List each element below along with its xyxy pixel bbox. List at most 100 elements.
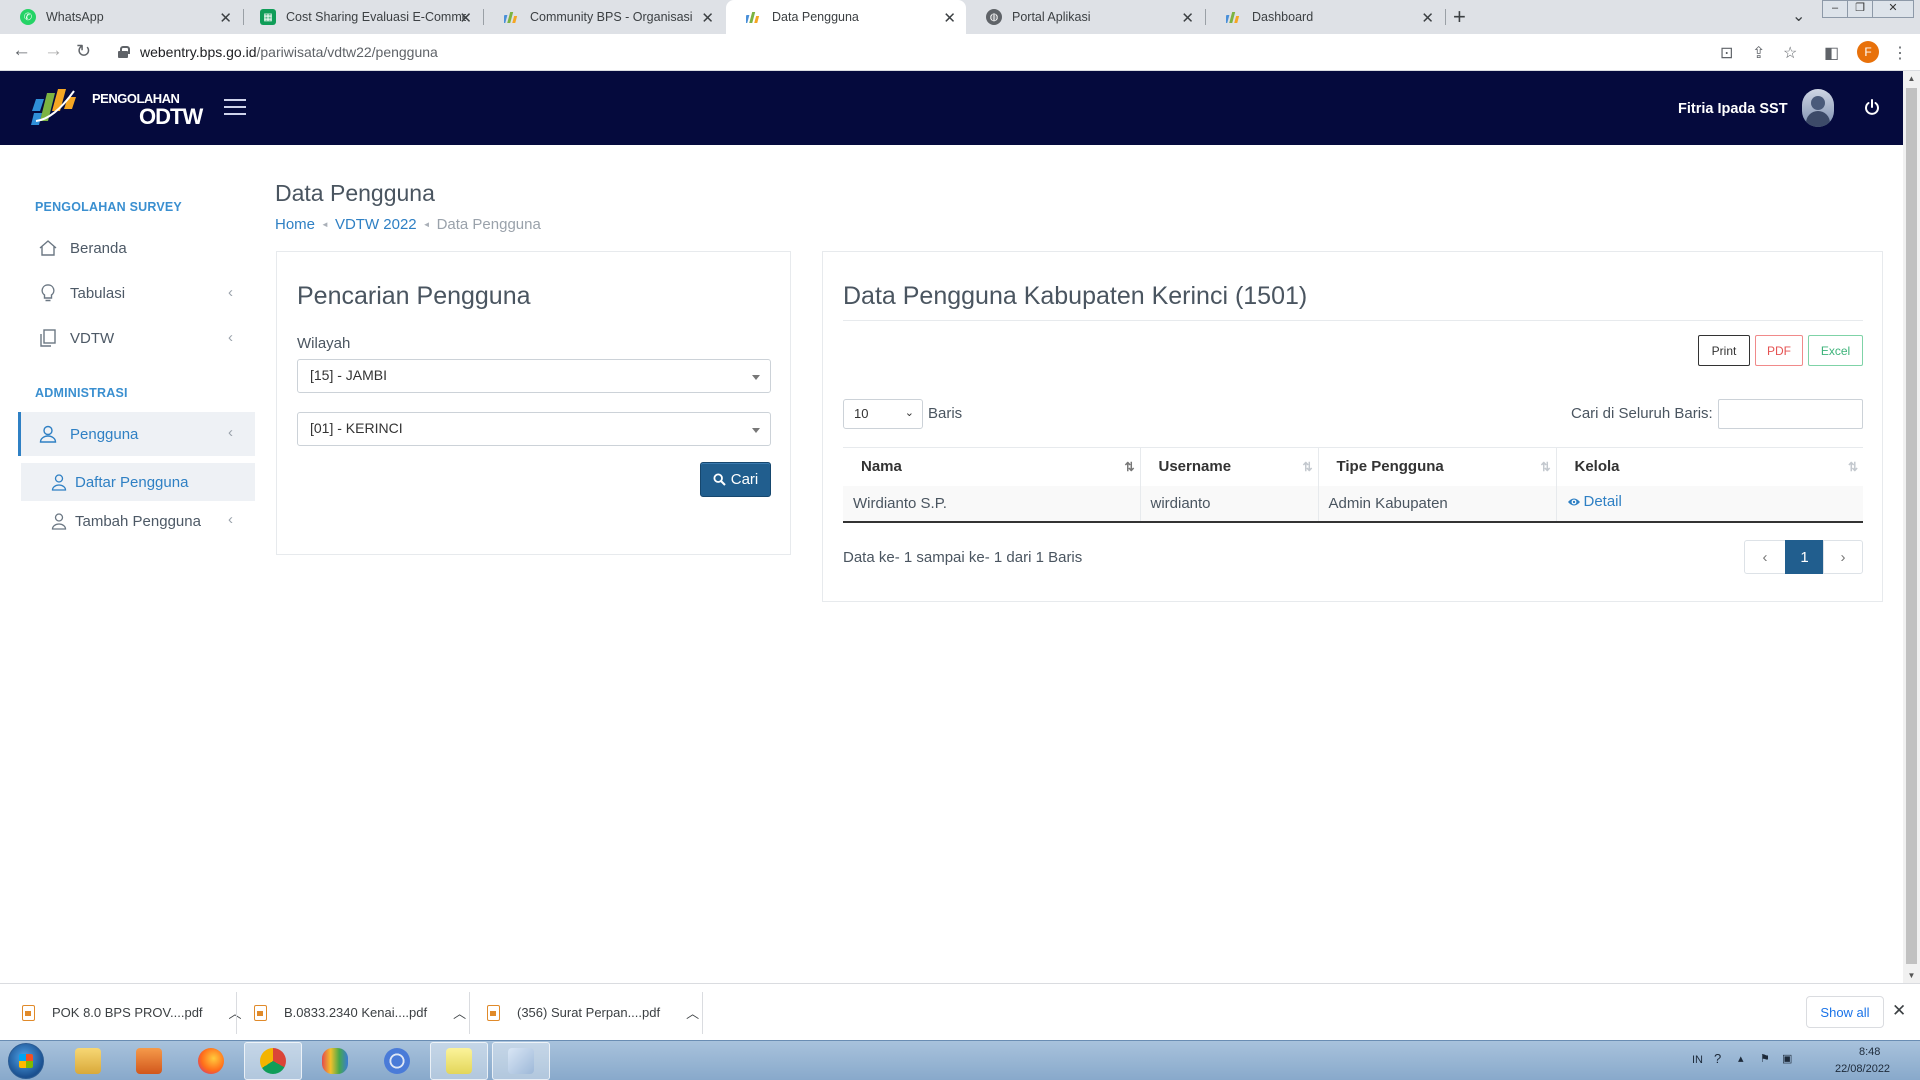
sidebar-item-beranda[interactable]: Beranda	[18, 227, 255, 269]
kebab-menu-icon[interactable]: ⋮	[1892, 43, 1908, 63]
translate-icon[interactable]: ⊡	[1720, 43, 1733, 63]
download-item[interactable]: (356) Surat Perpan....pdf ︿	[487, 984, 699, 1041]
bookmark-star-icon[interactable]: ☆	[1783, 43, 1797, 63]
tray-arrow-icon[interactable]: ▴	[1738, 1052, 1744, 1065]
taskbar-chrome-profile[interactable]	[368, 1042, 426, 1080]
tab-data-pengguna[interactable]: Data Pengguna ✕	[726, 0, 966, 34]
pagination-prev-button[interactable]: ‹	[1744, 540, 1786, 574]
close-icon[interactable]: ✕	[459, 9, 472, 27]
sidebar-subitem-daftar-pengguna[interactable]: Daftar Pengguna	[21, 463, 255, 501]
minimize-button[interactable]: –	[1822, 0, 1848, 18]
paint-icon	[508, 1048, 534, 1074]
profile-avatar[interactable]: F	[1857, 41, 1879, 63]
province-select[interactable]: [15] - JAMBI	[297, 359, 771, 393]
regency-select[interactable]: [01] - KERINCI	[297, 412, 771, 446]
chevron-up-icon[interactable]: ︿	[453, 1003, 466, 1022]
close-icon[interactable]: ✕	[1892, 1001, 1906, 1021]
tab-community-bps[interactable]: Community BPS - Organisasi ✕	[484, 0, 724, 34]
taskbar-media-player[interactable]	[120, 1042, 178, 1080]
sidebar-subitem-tambah-pengguna[interactable]: Tambah Pengguna ‹	[21, 502, 255, 540]
cell-nama: Wirdianto S.P.	[843, 485, 1140, 523]
hamburger-menu-icon[interactable]	[224, 99, 246, 115]
new-tab-button[interactable]: +	[1453, 4, 1466, 30]
network-icon[interactable]: ▣	[1782, 1052, 1792, 1065]
taskbar-chrome[interactable]	[244, 1042, 302, 1080]
download-filename: POK 8.0 BPS PROV....pdf	[52, 1005, 203, 1020]
user-avatar[interactable]	[1802, 89, 1834, 127]
column-header-nama[interactable]: Nama ⇅	[843, 447, 1140, 486]
pdf-button[interactable]: PDF	[1755, 335, 1803, 366]
sidebar-item-tabulasi[interactable]: Tabulasi ‹	[18, 272, 255, 314]
close-icon[interactable]: ✕	[1181, 9, 1194, 27]
sticky-notes-icon	[446, 1048, 472, 1074]
sidebar-subitem-label: Daftar Pengguna	[75, 473, 189, 491]
scroll-down-arrow-icon[interactable]: ▼	[1903, 971, 1920, 980]
chevron-up-icon[interactable]: ︿	[686, 1003, 699, 1022]
print-button[interactable]: Print	[1698, 335, 1750, 366]
pagination-next-button[interactable]: ›	[1823, 540, 1863, 574]
wilayah-label: Wilayah	[297, 335, 351, 352]
start-button[interactable]	[8, 1043, 44, 1079]
tab-search-chevron-icon[interactable]: ⌄	[1792, 6, 1805, 26]
close-window-button[interactable]: ✕	[1872, 0, 1914, 18]
tab-title: Cost Sharing Evaluasi E-Commerce	[286, 10, 466, 24]
chevron-left-icon: ‹	[228, 424, 233, 441]
address-bar[interactable]: webentry.bps.go.id/pariwisata/vdtw22/pen…	[108, 37, 1758, 67]
close-icon[interactable]: ✕	[1421, 9, 1434, 27]
language-indicator[interactable]: IN	[1692, 1054, 1703, 1066]
power-logout-icon[interactable]	[1864, 99, 1880, 115]
table-search-label: Cari di Seluruh Baris:	[1571, 405, 1713, 422]
reload-icon[interactable]: ↻	[76, 41, 91, 62]
back-arrow-icon[interactable]: ←	[12, 40, 31, 62]
sidebar-item-pengguna[interactable]: Pengguna ‹	[18, 412, 255, 456]
share-icon[interactable]: ⇪	[1752, 43, 1765, 63]
detail-link[interactable]: Detail	[1567, 493, 1622, 510]
column-header-tipe-pengguna[interactable]: Tipe Pengguna ⇅	[1317, 447, 1556, 486]
table-search-input[interactable]	[1718, 399, 1863, 429]
taskbar-sticky-notes[interactable]	[430, 1042, 488, 1080]
forward-arrow-icon[interactable]: →	[44, 40, 63, 62]
excel-button[interactable]: Excel	[1808, 335, 1863, 366]
province-select-value: [15] - JAMBI	[310, 367, 388, 383]
restore-button[interactable]: ❐	[1847, 0, 1873, 18]
download-item[interactable]: POK 8.0 BPS PROV....pdf ︿	[22, 984, 242, 1041]
breadcrumb-home-link[interactable]: Home	[275, 216, 315, 233]
flag-icon[interactable]: ⚑	[1760, 1052, 1770, 1065]
breadcrumb-vdtw-link[interactable]: VDTW 2022	[335, 216, 417, 233]
tab-whatsapp[interactable]: ✆ WhatsApp ✕	[0, 0, 242, 34]
divider	[469, 992, 470, 1034]
clock-date[interactable]: 22/08/2022	[1835, 1063, 1890, 1075]
tab-cost-sharing[interactable]: ▦ Cost Sharing Evaluasi E-Commerce ✕	[244, 0, 482, 34]
user-name[interactable]: Fitria Ipada SST	[1678, 101, 1788, 117]
tab-title: WhatsApp	[46, 10, 104, 24]
close-icon[interactable]: ✕	[943, 9, 956, 27]
taskbar-app-colorful[interactable]	[306, 1042, 364, 1080]
page-title: Data Pengguna	[275, 180, 435, 206]
tab-dashboard[interactable]: Dashboard ✕	[1206, 0, 1444, 34]
taskbar-explorer[interactable]	[59, 1042, 117, 1080]
column-header-kelola[interactable]: Kelola ⇅	[1555, 447, 1863, 486]
taskbar-firefox[interactable]	[182, 1042, 240, 1080]
scrollbar-thumb[interactable]	[1906, 88, 1917, 964]
side-panel-icon[interactable]: ◧	[1824, 43, 1839, 63]
taskbar-paint[interactable]	[492, 1042, 550, 1080]
page-length-select[interactable]: 10 ⌄	[843, 399, 923, 429]
help-icon[interactable]: ?	[1714, 1051, 1721, 1066]
close-icon[interactable]: ✕	[701, 9, 714, 27]
scroll-up-arrow-icon[interactable]: ▲	[1903, 74, 1920, 83]
search-panel: Pencarian Pengguna Wilayah [15] - JAMBI …	[276, 251, 791, 555]
download-item[interactable]: B.0833.2340 Kenai....pdf ︿	[254, 984, 466, 1041]
column-header-username[interactable]: Username ⇅	[1139, 447, 1318, 486]
sidebar-item-label: Tabulasi	[70, 284, 126, 302]
clock-time[interactable]: 8:48	[1859, 1046, 1880, 1058]
tab-title: Data Pengguna	[772, 10, 859, 24]
sidebar-item-vdtw[interactable]: VDTW ‹	[18, 317, 255, 359]
cari-button[interactable]: Cari	[700, 462, 771, 497]
close-icon[interactable]: ✕	[219, 9, 232, 27]
pagination-page-1[interactable]: 1	[1785, 540, 1824, 574]
chevron-left-icon: ‹	[228, 284, 233, 301]
show-all-downloads-button[interactable]: Show all	[1806, 996, 1884, 1028]
lightbulb-icon	[38, 283, 58, 303]
page-scrollbar[interactable]: ▲ ▼	[1903, 71, 1920, 983]
tab-portal-aplikasi[interactable]: ◍ Portal Aplikasi ✕	[966, 0, 1204, 34]
